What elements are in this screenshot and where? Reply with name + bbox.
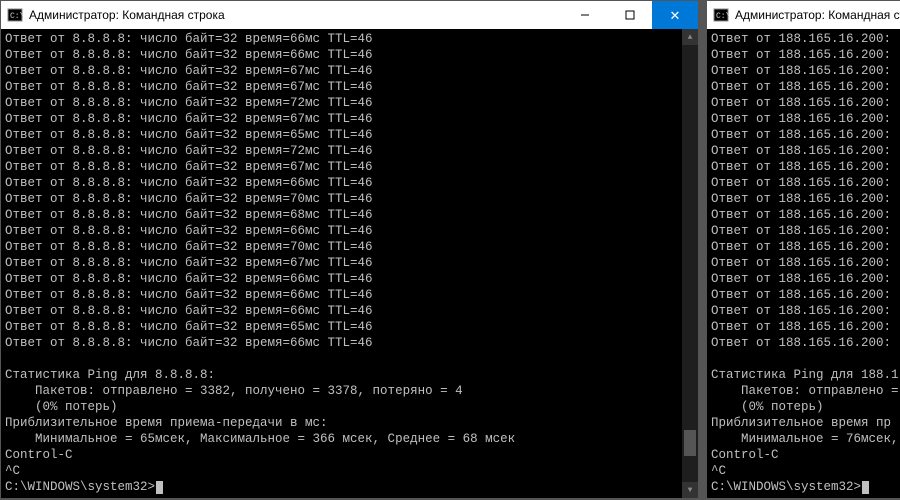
terminal-line: Минимальное = 76мсек, <box>711 431 900 447</box>
terminal-line: C:\WINDOWS\system32> <box>711 479 900 495</box>
terminal-line: Ответ от 188.165.16.200: <box>711 95 900 111</box>
maximize-button[interactable] <box>607 1 652 29</box>
terminal-line: Ответ от 8.8.8.8: число байт=32 время=65… <box>5 319 694 335</box>
terminal-line: Ответ от 8.8.8.8: число байт=32 время=68… <box>5 207 694 223</box>
window-title: Администратор: Командная строка <box>29 8 225 22</box>
terminal-line: Ответ от 188.165.16.200: <box>711 255 900 271</box>
close-icon: ✕ <box>670 9 681 22</box>
terminal-line: Ответ от 8.8.8.8: число байт=32 время=70… <box>5 239 694 255</box>
terminal-line: Ответ от 8.8.8.8: число байт=32 время=66… <box>5 31 694 47</box>
terminal-line: Ответ от 8.8.8.8: число байт=32 время=72… <box>5 95 694 111</box>
terminal-line: Control-C <box>711 447 900 463</box>
terminal-line: Ответ от 8.8.8.8: число байт=32 время=66… <box>5 287 694 303</box>
terminal-line: Ответ от 8.8.8.8: число байт=32 время=66… <box>5 175 694 191</box>
svg-text:C:\: C:\ <box>10 12 23 21</box>
terminal-line: Ответ от 188.165.16.200: <box>711 319 900 335</box>
cursor <box>862 481 869 494</box>
terminal-line: Ответ от 8.8.8.8: число байт=32 время=65… <box>5 127 694 143</box>
close-button[interactable]: ✕ <box>652 1 698 29</box>
terminal-line: ^C <box>711 463 900 479</box>
titlebar[interactable]: C:\ Администратор: Командная ст <box>707 1 900 29</box>
terminal-line: Control-C <box>5 447 694 463</box>
terminal-line: C:\WINDOWS\system32> <box>5 479 694 495</box>
terminal-line: Ответ от 188.165.16.200: <box>711 223 900 239</box>
terminal-line: Ответ от 8.8.8.8: число байт=32 время=66… <box>5 303 694 319</box>
terminal-line: Ответ от 8.8.8.8: число байт=32 время=72… <box>5 143 694 159</box>
terminal-line: (0% потерь) <box>5 399 694 415</box>
scroll-up-button[interactable]: ▲ <box>682 29 698 45</box>
terminal-line: Ответ от 8.8.8.8: число байт=32 время=67… <box>5 255 694 271</box>
window-buttons: ✕ <box>562 1 698 29</box>
terminal-line: Ответ от 188.165.16.200: <box>711 271 900 287</box>
cmd-window-right: C:\ Администратор: Командная ст Ответ от… <box>706 0 900 499</box>
terminal-line: Ответ от 188.165.16.200: <box>711 111 900 127</box>
terminal-line: Ответ от 188.165.16.200: <box>711 207 900 223</box>
terminal-line: Ответ от 188.165.16.200: <box>711 287 900 303</box>
terminal-line: Минимальное = 65мсек, Максимальное = 366… <box>5 431 694 447</box>
terminal-line: Ответ от 8.8.8.8: число байт=32 время=66… <box>5 47 694 63</box>
terminal-line: Ответ от 8.8.8.8: число байт=32 время=67… <box>5 79 694 95</box>
terminal-output[interactable]: Ответ от 8.8.8.8: число байт=32 время=66… <box>1 29 698 498</box>
terminal-line: Ответ от 188.165.16.200: <box>711 303 900 319</box>
terminal-line: Ответ от 188.165.16.200: <box>711 31 900 47</box>
terminal-line: Ответ от 8.8.8.8: число байт=32 время=66… <box>5 223 694 239</box>
terminal-line: (0% потерь) <box>711 399 900 415</box>
terminal-line: Пакетов: отправлено = <box>711 383 900 399</box>
cmd-window-left: C:\ Администратор: Командная строка ✕ От… <box>0 0 699 499</box>
terminal-line: Ответ от 8.8.8.8: число байт=32 время=67… <box>5 111 694 127</box>
scroll-thumb[interactable] <box>684 430 696 456</box>
cmd-icon: C:\ <box>713 7 729 23</box>
terminal-line <box>5 351 694 367</box>
terminal-line: Приблизительное время пр <box>711 415 900 431</box>
terminal-line: Приблизительное время приема-передачи в … <box>5 415 694 431</box>
terminal-line: Ответ от 8.8.8.8: число байт=32 время=66… <box>5 271 694 287</box>
terminal-output[interactable]: Ответ от 188.165.16.200:Ответ от 188.165… <box>707 29 900 498</box>
terminal-line: Ответ от 188.165.16.200: <box>711 47 900 63</box>
scrollbar[interactable]: ▲ ▼ <box>682 29 698 498</box>
terminal-line: Ответ от 188.165.16.200: <box>711 143 900 159</box>
titlebar[interactable]: C:\ Администратор: Командная строка ✕ <box>1 1 698 29</box>
terminal-line: Ответ от 188.165.16.200: <box>711 335 900 351</box>
terminal-line: Ответ от 188.165.16.200: <box>711 127 900 143</box>
terminal-line: ^C <box>5 463 694 479</box>
terminal-line: Ответ от 188.165.16.200: <box>711 175 900 191</box>
cmd-icon: C:\ <box>7 7 23 23</box>
terminal-line: Ответ от 188.165.16.200: <box>711 191 900 207</box>
scroll-down-button[interactable]: ▼ <box>682 482 698 498</box>
terminal-line: Ответ от 8.8.8.8: число байт=32 время=70… <box>5 191 694 207</box>
terminal-line <box>711 351 900 367</box>
terminal-line: Статистика Ping для 188.1 <box>711 367 900 383</box>
cursor <box>156 481 163 494</box>
terminal-line: Пакетов: отправлено = 3382, получено = 3… <box>5 383 694 399</box>
terminal-line: Ответ от 188.165.16.200: <box>711 159 900 175</box>
terminal-line: Ответ от 8.8.8.8: число байт=32 время=66… <box>5 335 694 351</box>
terminal-line: Ответ от 188.165.16.200: <box>711 63 900 79</box>
terminal-line: Ответ от 188.165.16.200: <box>711 239 900 255</box>
terminal-line: Ответ от 8.8.8.8: число байт=32 время=67… <box>5 63 694 79</box>
svg-text:C:\: C:\ <box>716 12 729 21</box>
window-title: Администратор: Командная ст <box>735 8 900 22</box>
terminal-line: Ответ от 8.8.8.8: число байт=32 время=67… <box>5 159 694 175</box>
terminal-line: Ответ от 188.165.16.200: <box>711 79 900 95</box>
scroll-track[interactable] <box>682 45 698 482</box>
terminal-line: Статистика Ping для 8.8.8.8: <box>5 367 694 383</box>
minimize-button[interactable] <box>562 1 607 29</box>
